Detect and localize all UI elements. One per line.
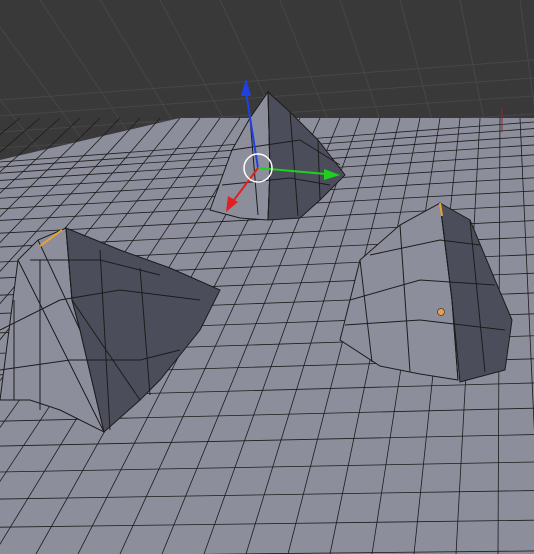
selected-vertex[interactable] xyxy=(437,308,445,316)
z-axis-arrow-icon[interactable] xyxy=(241,78,251,96)
3d-viewport[interactable] xyxy=(0,0,534,554)
terrain-mesh[interactable] xyxy=(0,90,534,554)
viewport-canvas[interactable] xyxy=(0,0,534,554)
